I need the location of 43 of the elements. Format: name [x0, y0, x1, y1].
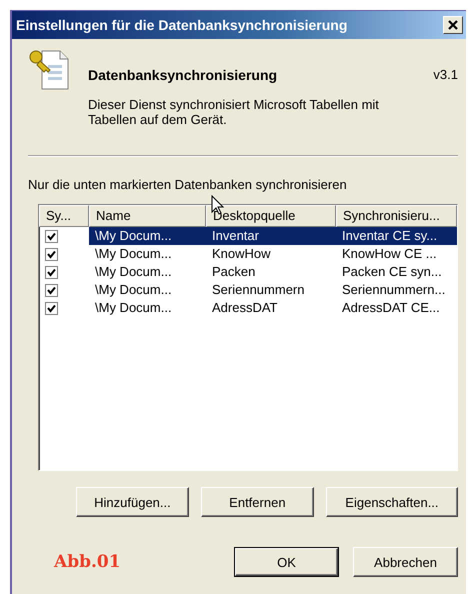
list-row[interactable]: \My Docum... KnowHow KnowHow CE ... — [89, 245, 457, 263]
table-cell-text: Seriennummern — [211, 281, 306, 299]
table-cell-text: Inventar — [211, 227, 260, 245]
list-row[interactable]: \My Docum... Inventar Inventar CE sy... — [89, 227, 457, 245]
list-row[interactable]: \My Docum... Seriennummern Seriennummern... — [89, 281, 457, 299]
version-label: v3.1 — [433, 67, 458, 83]
table-cell-text: KnowHow CE ... — [341, 245, 438, 263]
table-cell-text: AdressDAT CE... — [341, 299, 441, 317]
dialog-button[interactable]: Abbrechen — [353, 547, 458, 577]
window-title: Einstellungen für die Datenbanksynchronisierung — [16, 17, 348, 33]
list-row[interactable]: \My Docum... Packen Packen CE syn... — [89, 263, 457, 281]
close-button[interactable] — [443, 16, 463, 34]
table-cell-text: \My Docum... — [94, 281, 173, 299]
column-header[interactable]: Name — [89, 205, 206, 227]
table-cell-text: Packen CE syn... — [341, 263, 443, 281]
close-icon — [448, 20, 458, 30]
checkbox[interactable] — [45, 248, 58, 260]
document-key-icon — [28, 49, 70, 91]
action-button[interactable]: Entfernen — [200, 487, 314, 517]
list-caption: Nur die unten markierten Datenbanken synchronisieren — [28, 177, 348, 192]
table-cell-text: \My Docum... — [94, 227, 173, 245]
column-header[interactable]: Sy... — [39, 205, 89, 227]
table-cell-text: \My Docum... — [94, 299, 173, 317]
checkbox[interactable] — [45, 284, 58, 296]
table-cell-text: AdressDAT — [211, 299, 278, 317]
service-title: Datenbanksynchronisierung — [88, 67, 278, 83]
list-row[interactable]: \My Docum... AdressDAT AdressDAT CE... — [89, 299, 457, 317]
action-button[interactable]: Hinzufügen... — [76, 487, 189, 517]
figure-label: Abb.01 — [54, 552, 122, 572]
checkbox[interactable] — [45, 230, 58, 242]
checkbox[interactable] — [45, 302, 58, 314]
checkbox[interactable] — [45, 266, 58, 278]
table-cell-text: Packen — [211, 263, 256, 281]
column-header[interactable]: Synchronisieru... — [336, 205, 457, 227]
table-cell-text: \My Docum... — [94, 263, 173, 281]
table-cell-text: Seriennummern... — [341, 281, 446, 299]
dialog-button[interactable]: OK — [234, 547, 339, 577]
column-header[interactable]: Desktopquelle — [206, 205, 336, 227]
table-cell-text: Inventar CE sy... — [341, 227, 438, 245]
action-button[interactable]: Eigenschaften... — [326, 487, 458, 517]
table-cell-text: \My Docum... — [94, 245, 173, 263]
table-cell-text: KnowHow — [211, 245, 272, 263]
service-description: Dieser Dienst synchronisiert Microsoft Tabellen mit Tabellen auf dem Gerät. — [88, 97, 380, 127]
